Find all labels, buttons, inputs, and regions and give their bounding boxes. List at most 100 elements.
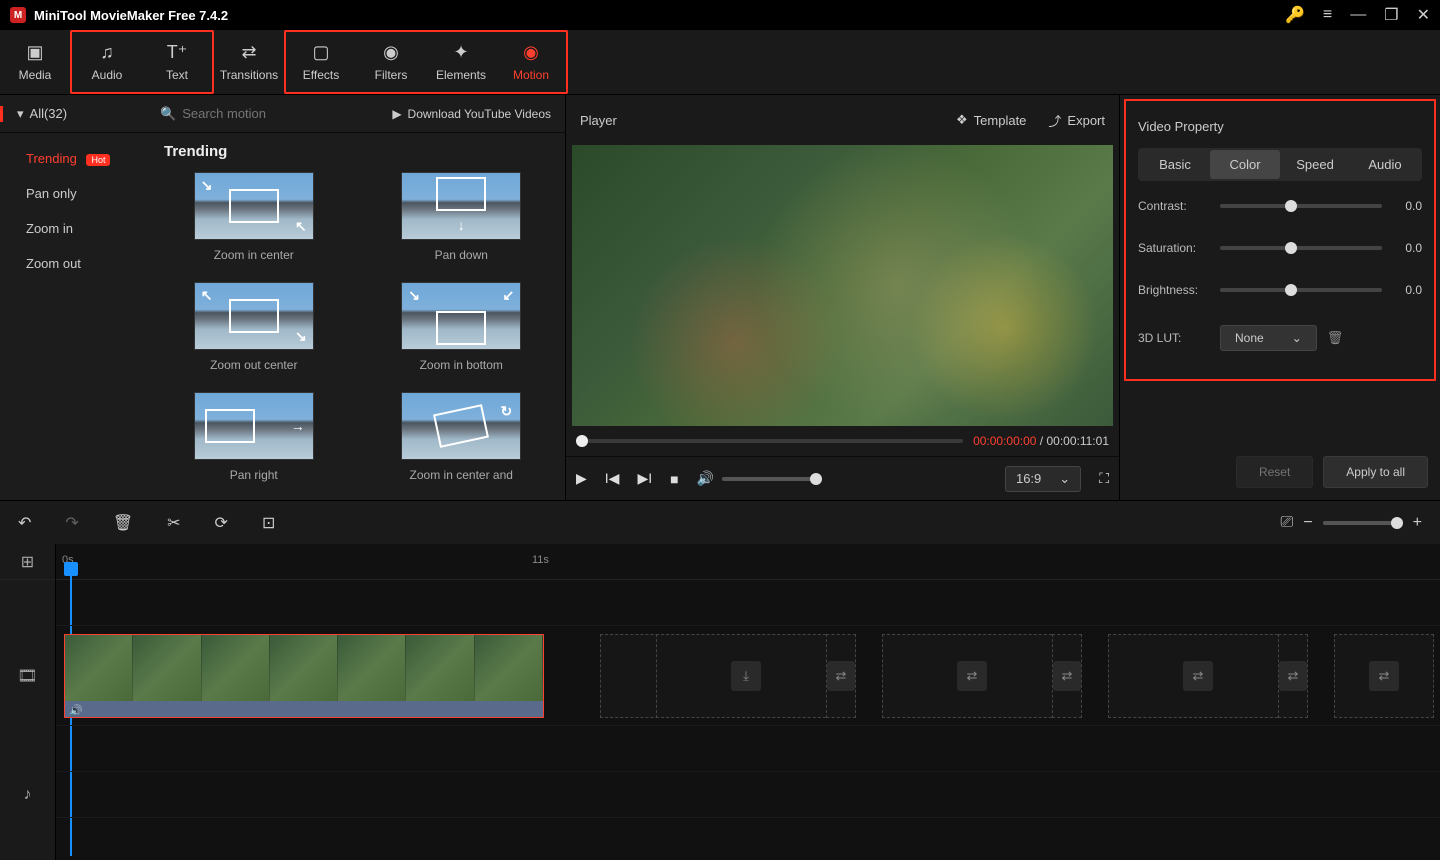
playhead[interactable] <box>64 562 78 576</box>
play-button[interactable]: ▶ <box>576 470 587 487</box>
add-track-button[interactable]: ⊞ <box>0 544 55 580</box>
tool-elements[interactable]: ✦ Elements <box>426 32 496 92</box>
crop-button[interactable]: ⊡ <box>262 513 275 533</box>
key-icon[interactable]: 🔑 <box>1285 5 1305 25</box>
zoom-slider[interactable] <box>1323 521 1403 525</box>
category-pan-only[interactable]: Pan only <box>0 176 150 211</box>
category-all-label: All(32) <box>30 106 68 121</box>
brightness-slider[interactable] <box>1220 288 1382 292</box>
tab-color[interactable]: Color <box>1210 150 1280 179</box>
apply-to-all-button[interactable]: Apply to all <box>1323 456 1428 488</box>
tool-audio[interactable]: ♫ Audio <box>72 32 142 92</box>
motion-item[interactable]: → Pan right <box>164 392 344 482</box>
saturation-slider[interactable] <box>1220 246 1382 250</box>
lut-select[interactable]: None ⌄ <box>1220 325 1317 351</box>
video-track[interactable]: 🔊 ⇄ ⤓ ⇄ ⇄ ⇄ ⇄ ⇄ ⇄ <box>56 626 1440 726</box>
tab-speed[interactable]: Speed <box>1280 150 1350 179</box>
video-clip[interactable]: 🔊 <box>64 634 544 718</box>
text-track[interactable] <box>56 726 1440 772</box>
tool-media-label: Media <box>19 68 52 82</box>
speed-button[interactable]: ⟳ <box>215 513 228 533</box>
aspect-ratio-select[interactable]: 16:9 ⌄ <box>1005 466 1081 492</box>
tool-motion-label: Motion <box>513 68 549 82</box>
motion-item-label: Zoom in center <box>214 248 294 262</box>
motion-item[interactable]: ↖↘ Zoom out center <box>164 282 344 372</box>
motion-item[interactable]: ↘↖ Zoom in center <box>164 172 344 262</box>
tool-effects[interactable]: ▢ Effects <box>286 32 356 92</box>
tool-transitions[interactable]: ⇄ Transitions <box>214 30 284 94</box>
effect-track[interactable] <box>56 580 1440 626</box>
tool-filters[interactable]: ◉ Filters <box>356 32 426 92</box>
clip-placeholder[interactable]: ⇄ <box>882 634 1062 718</box>
tool-text[interactable]: T⁺ Text <box>142 32 212 92</box>
elements-icon: ✦ <box>453 42 468 62</box>
audio-track[interactable] <box>56 772 1440 818</box>
next-frame-button[interactable]: ▶I <box>637 470 652 487</box>
clip-placeholder[interactable]: ⇄ <box>1278 634 1308 718</box>
chevron-down-icon: ▾ <box>17 106 24 122</box>
motion-item[interactable]: ↘↙ Zoom in bottom <box>372 282 552 372</box>
video-preview[interactable] <box>572 145 1113 426</box>
delete-button[interactable]: 🗑 <box>113 513 133 533</box>
fit-timeline-icon[interactable]: ⎚ <box>1281 514 1294 532</box>
search-input[interactable] <box>182 106 332 121</box>
aspect-ratio-value: 16:9 <box>1016 471 1041 486</box>
swap-icon: ⇄ <box>1183 661 1213 691</box>
maximize-icon[interactable]: ❐ <box>1384 5 1398 25</box>
tool-transitions-label: Transitions <box>220 68 278 82</box>
time-ruler[interactable]: 0s 11s <box>56 544 1440 580</box>
lut-value: None <box>1235 331 1264 345</box>
clip-placeholder[interactable]: ⇄ <box>1052 634 1082 718</box>
delete-lut-icon[interactable]: 🗑 <box>1327 330 1344 346</box>
template-button[interactable]: ❖ Template <box>956 111 1026 130</box>
swap-icon: ⇄ <box>1053 661 1081 691</box>
clip-placeholder[interactable]: ⤓ <box>656 634 836 718</box>
folder-icon: ▣ <box>26 42 43 62</box>
stop-button[interactable]: ■ <box>670 471 678 487</box>
clip-placeholder[interactable]: ⇄ <box>1108 634 1288 718</box>
motion-item-label: Pan right <box>230 468 278 482</box>
minimize-icon[interactable]: — <box>1350 6 1366 24</box>
fullscreen-button[interactable]: ⛶ <box>1099 470 1109 487</box>
clip-placeholder[interactable]: ⇄ <box>826 634 856 718</box>
toolgroup-audio-text: ♫ Audio T⁺ Text <box>70 30 214 94</box>
tab-audio[interactable]: Audio <box>1350 150 1420 179</box>
clip-placeholder[interactable]: ⇄ <box>1334 634 1434 718</box>
zoom-out-button[interactable]: − <box>1303 514 1312 532</box>
reset-button[interactable]: Reset <box>1236 456 1313 488</box>
prev-frame-button[interactable]: I◀ <box>605 470 620 487</box>
motion-item[interactable]: ↓ Pan down <box>372 172 552 262</box>
motion-item[interactable]: ↻ Zoom in center and <box>372 392 552 482</box>
tool-media[interactable]: ▣ Media <box>0 30 70 94</box>
toolgroup-effects-motion: ▢ Effects ◉ Filters ✦ Elements ◉ Motion <box>284 30 568 94</box>
tool-motion[interactable]: ◉ Motion <box>496 32 566 92</box>
tab-basic[interactable]: Basic <box>1140 150 1210 179</box>
category-zoom-out[interactable]: Zoom out <box>0 246 150 281</box>
redo-button[interactable]: ↷ <box>65 513 78 533</box>
export-label: Export <box>1067 113 1105 128</box>
volume-icon[interactable]: 🔊 <box>697 470 714 487</box>
volume-slider[interactable] <box>722 477 822 481</box>
undo-button[interactable]: ↶ <box>18 513 31 533</box>
text-track-header <box>0 726 55 772</box>
zoom-in-button[interactable]: + <box>1413 514 1422 532</box>
split-button[interactable]: ✂ <box>167 513 180 533</box>
swap-icon: ⇄ <box>1369 661 1399 691</box>
category-trending[interactable]: Trending Hot <box>0 141 150 176</box>
close-icon[interactable]: ✕ <box>1417 5 1430 25</box>
category-zoom-in[interactable]: Zoom in <box>0 211 150 246</box>
contrast-slider[interactable] <box>1220 204 1382 208</box>
download-youtube-button[interactable]: ▶ Download YouTube Videos <box>378 107 565 121</box>
export-button[interactable]: ⤴ Export <box>1048 111 1105 130</box>
category-list: Trending Hot Pan only Zoom in Zoom out <box>0 133 150 500</box>
tool-filters-label: Filters <box>375 68 408 82</box>
player-title: Player <box>580 113 617 128</box>
search-box[interactable]: 🔍 <box>150 106 378 122</box>
menu-icon[interactable]: ≡ <box>1323 6 1332 24</box>
category-all-button[interactable]: ▾ All(32) <box>0 106 150 122</box>
progress-slider[interactable] <box>576 439 963 443</box>
timeline-toolbar: ↶ ↷ 🗑 ✂ ⟳ ⊡ ⎚ − + <box>0 500 1440 544</box>
motion-icon: ◉ <box>523 42 539 62</box>
gallery-title: Trending <box>164 143 551 160</box>
motion-item-label: Zoom in center and <box>410 468 513 482</box>
